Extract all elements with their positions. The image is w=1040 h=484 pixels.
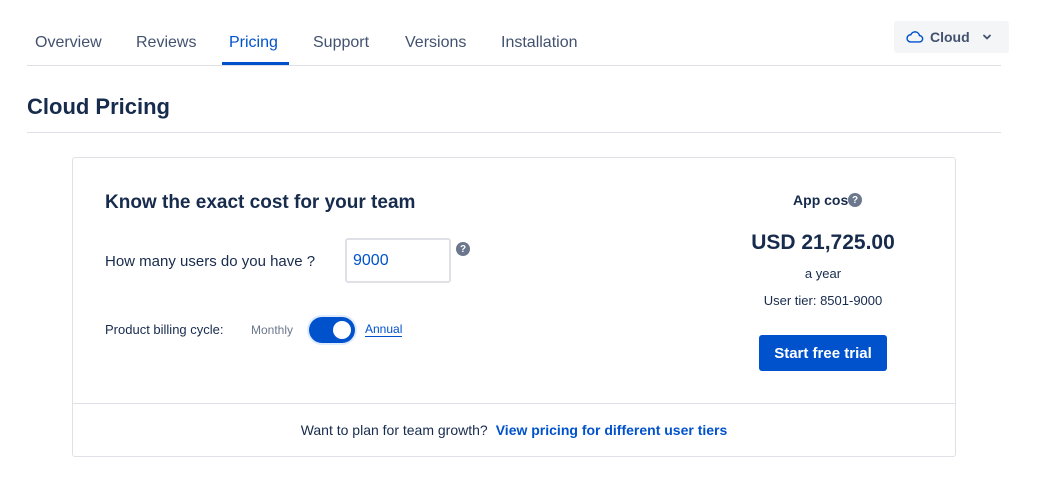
users-count-label: How many users do you have ? <box>105 253 316 270</box>
billing-cycle-label: Product billing cycle: <box>105 322 224 337</box>
app-cost-period: a year <box>804 266 842 281</box>
deployment-label: Cloud <box>930 29 970 45</box>
users-count-input[interactable] <box>345 238 451 283</box>
billing-cycle-toggle[interactable] <box>309 317 355 343</box>
tab-versions[interactable]: Versions <box>405 34 466 52</box>
tab-bar: Overview Reviews Pricing Support Version… <box>27 20 1001 66</box>
page-title: Cloud Pricing <box>27 94 170 119</box>
cloud-icon <box>906 31 924 43</box>
calculator-heading: Know the exact cost for your team <box>105 192 416 213</box>
tab-overview[interactable]: Overview <box>35 34 102 52</box>
deployment-select-button[interactable]: Cloud <box>894 21 1009 53</box>
app-cost-amount: USD 21,725.00 <box>751 231 895 254</box>
team-growth-prompt: Want to plan for team growth? <box>300 422 488 438</box>
user-tier: User tier: 8501-9000 <box>763 293 883 308</box>
card-divider <box>73 403 955 404</box>
app-cost-label-text: App cost <box>793 192 853 208</box>
start-free-trial-button[interactable]: Start free trial <box>759 335 887 371</box>
tab-reviews[interactable]: Reviews <box>136 34 196 52</box>
app-cost-help-icon[interactable]: ? <box>848 193 862 207</box>
title-divider <box>27 132 1001 133</box>
billing-annual-option[interactable]: Annual <box>365 322 403 337</box>
team-growth-footer: Want to plan for team growth? View pricin… <box>73 422 955 438</box>
pricing-calculator-card: Know the exact cost for your team How ma… <box>72 157 956 457</box>
user-tiers-pricing-link[interactable]: View pricing for different user tiers <box>496 422 728 438</box>
tab-pricing[interactable]: Pricing <box>229 34 278 52</box>
app-cost-label: App cost <box>713 192 933 208</box>
tab-support[interactable]: Support <box>313 34 369 52</box>
active-tab-indicator <box>222 62 289 65</box>
toggle-knob <box>333 321 351 339</box>
users-help-icon[interactable]: ? <box>456 242 470 256</box>
chevron-down-icon <box>982 34 991 40</box>
tab-installation[interactable]: Installation <box>501 34 578 52</box>
billing-monthly-option[interactable]: Monthly <box>251 323 293 337</box>
